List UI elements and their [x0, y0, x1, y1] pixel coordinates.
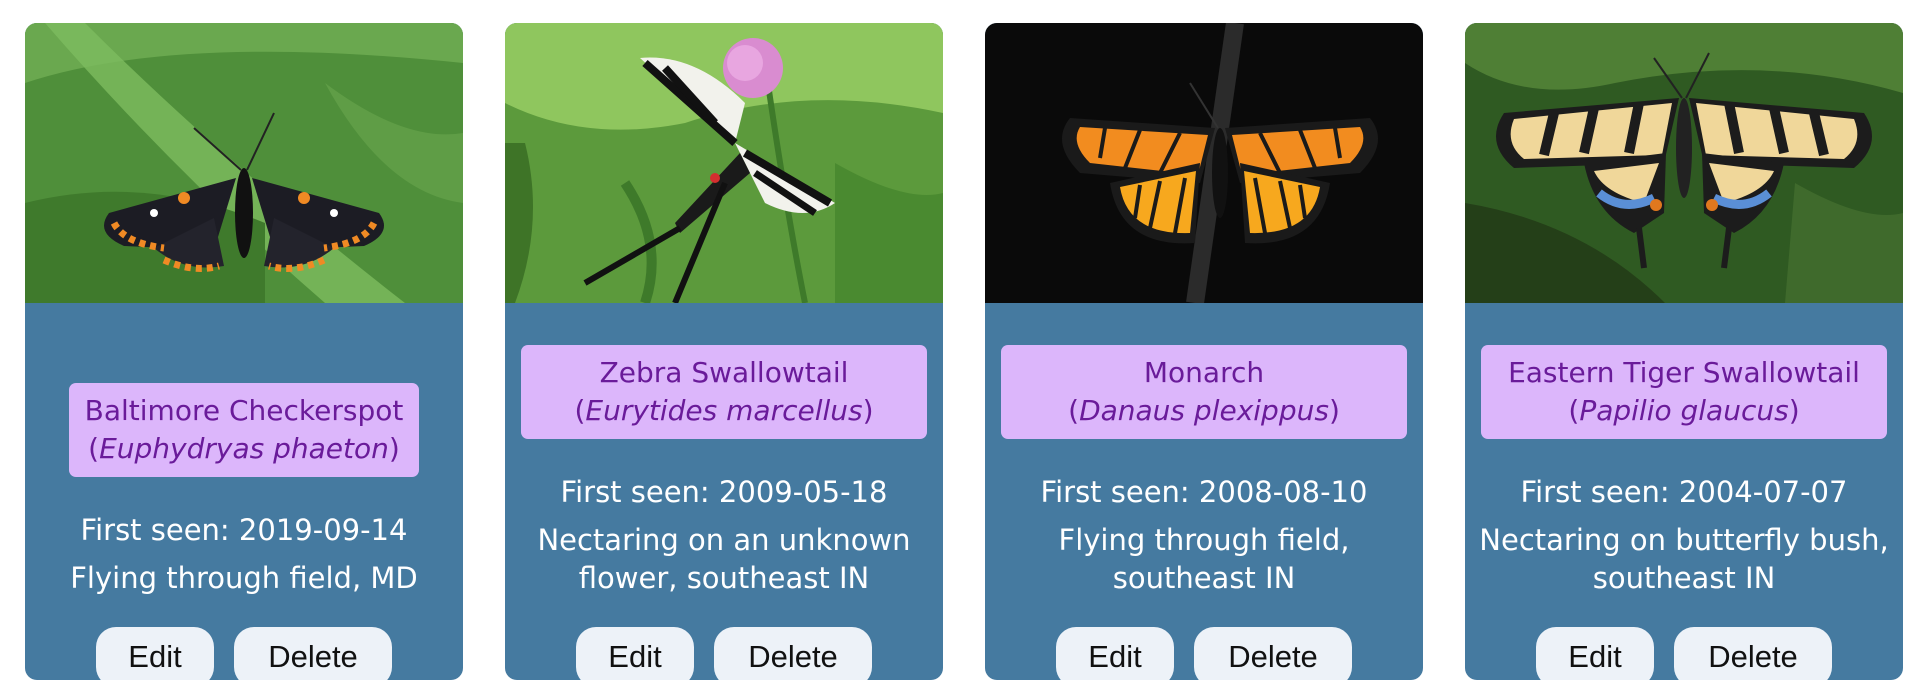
scientific-name-line: (Papilio glaucus)	[1490, 392, 1878, 430]
common-name: Monarch	[1143, 356, 1265, 389]
card-actions: Edit Delete	[576, 627, 872, 680]
delete-button[interactable]: Delete	[1194, 627, 1352, 680]
open-paren: (	[88, 432, 100, 465]
first-seen-date: First seen: 2019-09-14	[80, 513, 408, 547]
common-name: Eastern Tiger Swallowtail	[1508, 356, 1860, 389]
edit-button[interactable]: Edit	[96, 627, 214, 680]
scientific-name-line: (Eurytides marcellus)	[530, 392, 918, 430]
common-name: Zebra Swallowtail	[599, 356, 849, 389]
species-name-box: Zebra Swallowtail (Eurytides marcellus)	[521, 345, 927, 439]
sighting-info: First seen: 2019-09-14 Flying through fi…	[56, 511, 432, 597]
card-body: Eastern Tiger Swallowtail (Papilio glauc…	[1465, 303, 1903, 680]
first-seen-date: First seen: 2008-08-10	[1040, 475, 1368, 509]
first-seen-date: First seen: 2004-07-07	[1520, 475, 1848, 509]
butterfly-card-grid: Baltimore Checkerspot (Euphydryas phaeto…	[0, 0, 1926, 694]
open-paren: (	[574, 394, 586, 427]
sighting-note: Flying through field, MD	[70, 561, 418, 595]
species-name-box: Baltimore Checkerspot (Euphydryas phaeto…	[68, 383, 420, 477]
card-actions: Edit Delete	[1536, 627, 1832, 680]
open-paren: (	[1568, 394, 1580, 427]
card-body: Monarch (Danaus plexippus) First seen: 2…	[985, 303, 1423, 680]
close-paren: )	[862, 394, 874, 427]
open-paren: (	[1068, 394, 1080, 427]
butterfly-photo-baltimore-checkerspot	[25, 23, 463, 303]
sighting-info: First seen: 2004-07-07 Nectaring on butt…	[1465, 473, 1903, 597]
card-body: Baltimore Checkerspot (Euphydryas phaeto…	[25, 303, 463, 680]
scientific-name-line: (Danaus plexippus)	[1010, 392, 1398, 430]
card-body: Zebra Swallowtail (Eurytides marcellus) …	[505, 303, 943, 680]
scientific-name: Papilio glaucus	[1579, 394, 1789, 427]
sighting-note: Nectaring on an unknown flower, southeas…	[537, 523, 911, 595]
butterfly-photo-zebra-swallowtail	[505, 23, 943, 303]
close-paren: )	[388, 432, 400, 465]
edit-button[interactable]: Edit	[1056, 627, 1174, 680]
butterfly-card: Baltimore Checkerspot (Euphydryas phaeto…	[25, 23, 463, 680]
card-actions: Edit Delete	[96, 627, 392, 680]
scientific-name: Eurytides marcellus	[585, 394, 863, 427]
delete-button[interactable]: Delete	[234, 627, 392, 680]
scientific-name: Danaus plexippus	[1079, 394, 1329, 427]
scientific-name: Euphydryas phaeton	[99, 432, 389, 465]
butterfly-card: Eastern Tiger Swallowtail (Papilio glauc…	[1465, 23, 1903, 680]
edit-button[interactable]: Edit	[1536, 627, 1654, 680]
delete-button[interactable]: Delete	[714, 627, 872, 680]
card-actions: Edit Delete	[1056, 627, 1352, 680]
butterfly-photo-monarch	[985, 23, 1423, 303]
species-name-box: Eastern Tiger Swallowtail (Papilio glauc…	[1481, 345, 1887, 439]
first-seen-date: First seen: 2009-05-18	[560, 475, 888, 509]
close-paren: )	[1788, 394, 1800, 427]
delete-button[interactable]: Delete	[1674, 627, 1832, 680]
sighting-note: Nectaring on butterfly bush, southeast I…	[1479, 523, 1889, 595]
sighting-info: First seen: 2008-08-10 Flying through fi…	[1025, 473, 1383, 597]
butterfly-photo-eastern-tiger-swallowtail	[1465, 23, 1903, 303]
close-paren: )	[1328, 394, 1340, 427]
common-name: Baltimore Checkerspot	[84, 394, 404, 427]
scientific-name-line: (Euphydryas phaeton)	[85, 430, 404, 468]
species-name-box: Monarch (Danaus plexippus)	[1001, 345, 1407, 439]
butterfly-card: Zebra Swallowtail (Eurytides marcellus) …	[505, 23, 943, 680]
sighting-note: Flying through field, southeast IN	[1058, 523, 1350, 595]
sighting-info: First seen: 2009-05-18 Nectaring on an u…	[515, 473, 933, 597]
edit-button[interactable]: Edit	[576, 627, 694, 680]
butterfly-card: Monarch (Danaus plexippus) First seen: 2…	[985, 23, 1423, 680]
